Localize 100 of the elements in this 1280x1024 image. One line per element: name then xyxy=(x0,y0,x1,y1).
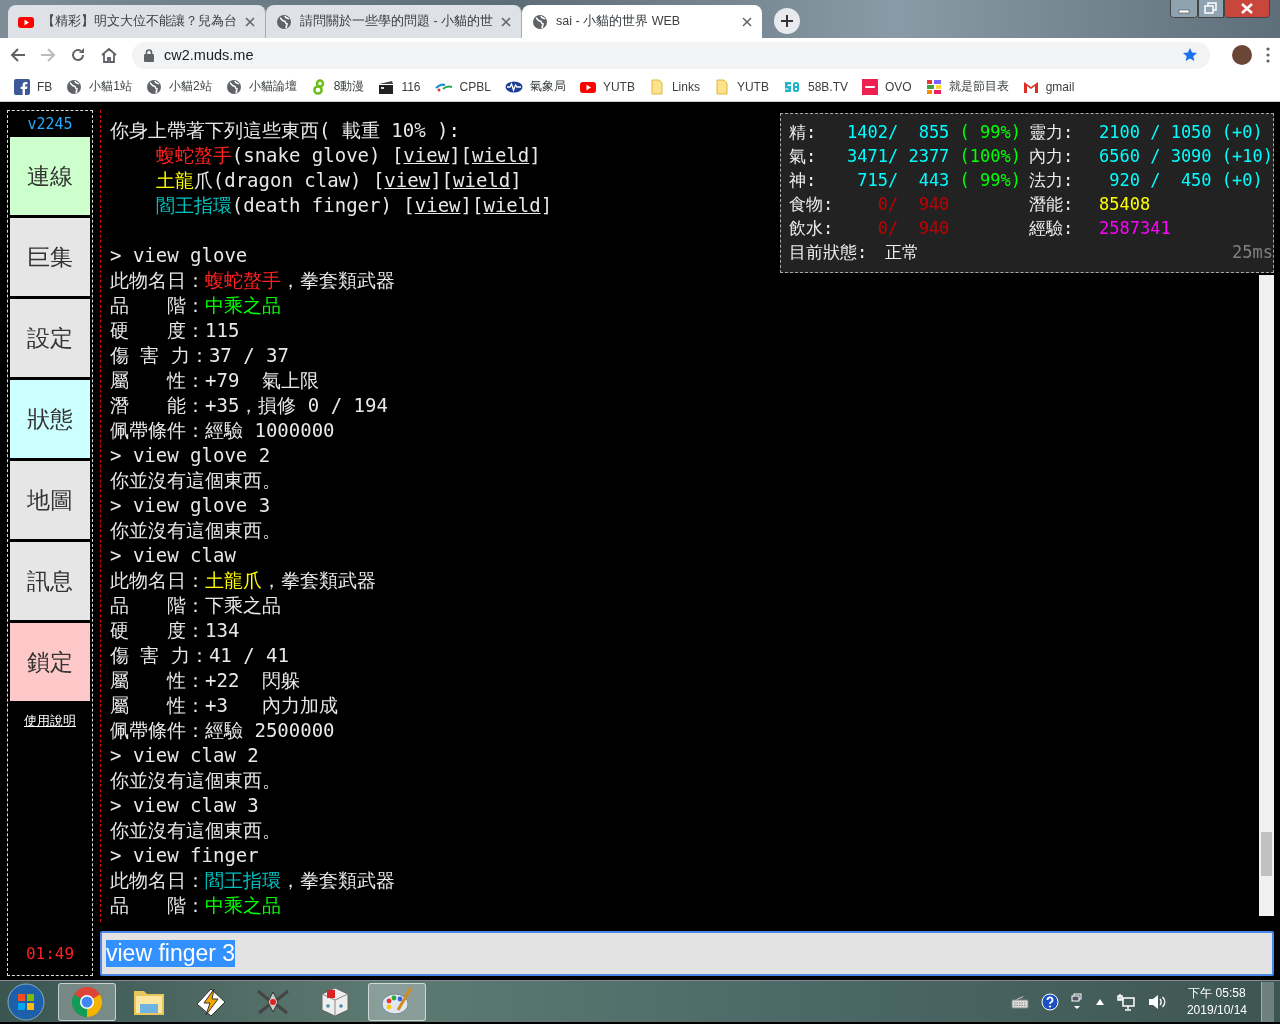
restore-icon[interactable] xyxy=(1198,0,1224,18)
terminal-line: > view claw xyxy=(110,543,236,568)
terminal-line: 你並沒有這個東西。 xyxy=(110,518,281,543)
dice-icon xyxy=(320,985,350,1018)
stat-value: 1402/ 855 ( 99%) xyxy=(847,122,1021,142)
address-bar[interactable]: cw2.muds.me xyxy=(132,41,1210,69)
start-orb-icon[interactable] xyxy=(6,981,46,1022)
home-icon[interactable] xyxy=(100,47,118,63)
facebook-icon xyxy=(14,78,30,95)
terminal-line: 土龍爪(dragon claw) [view][wield] xyxy=(154,168,522,193)
bookmark[interactable]: FB xyxy=(14,78,53,95)
command-link[interactable]: view xyxy=(403,144,450,166)
command-link[interactable]: view xyxy=(414,194,461,216)
browser-tab[interactable]: sai - 小貓的世界 WEB xyxy=(522,5,763,38)
terminal-line: 品 階：下乘之品 xyxy=(110,593,281,618)
stat-label: 潛能: xyxy=(1029,192,1075,216)
terminal-line: > view claw 3 xyxy=(110,793,259,818)
stat-label: 經驗: xyxy=(1029,216,1075,240)
show-desktop-button[interactable] xyxy=(1261,981,1274,1022)
bookmark[interactable]: OVO xyxy=(862,78,912,95)
help-icon[interactable] xyxy=(1040,992,1059,1011)
sidebar-button[interactable]: 設定 xyxy=(10,299,90,377)
globe-icon xyxy=(146,78,163,95)
terminal-line: 此物名日：土龍爪，拳套類武器 xyxy=(110,568,376,593)
clock-time: 下午 05:58 xyxy=(1188,984,1246,1002)
keyboard-icon[interactable] xyxy=(1010,994,1029,1009)
stat-value: 85408 xyxy=(1099,194,1151,214)
globe-icon xyxy=(276,13,292,30)
sidebar-button[interactable]: 鎖定 xyxy=(10,623,90,701)
bookmark[interactable]: CPBL xyxy=(434,78,491,95)
close-icon[interactable] xyxy=(245,16,255,27)
globe-icon xyxy=(225,78,242,95)
terminal-line: 潛 能：+35，損修 0 / 194 xyxy=(110,393,388,418)
scrollbar[interactable] xyxy=(1259,275,1274,916)
network-icon[interactable] xyxy=(1116,992,1135,1011)
reload-icon[interactable] xyxy=(70,47,86,63)
browser-tab[interactable]: 【精彩】明文大位不能讓？兒為台 xyxy=(8,5,266,38)
bookmark[interactable]: gmail xyxy=(1022,78,1075,95)
bookmark[interactable]: 8動漫 xyxy=(310,78,365,95)
stat-value: 2587341 xyxy=(1099,218,1171,238)
new-tab-icon[interactable] xyxy=(774,8,801,34)
sidebar-button[interactable]: 連線 xyxy=(10,137,90,215)
bookmark[interactable]: 氣象局 xyxy=(504,78,566,95)
bookmark[interactable]: Links xyxy=(648,78,700,95)
sidebar-button[interactable]: 訊息 xyxy=(10,542,90,620)
taskbar-button[interactable] xyxy=(58,982,116,1021)
command-link[interactable]: view xyxy=(384,169,431,191)
star-icon[interactable] xyxy=(1182,47,1198,63)
bookmark[interactable]: 就是節目表 xyxy=(925,78,1009,95)
bookmark[interactable]: 小貓2站 xyxy=(146,78,212,95)
terminal-line: 品 階：中乘之品 xyxy=(110,893,281,918)
help-link[interactable]: 使用說明 xyxy=(24,712,76,730)
close-icon[interactable] xyxy=(501,16,512,27)
close-icon[interactable] xyxy=(1224,0,1270,18)
stat-value: 715/ 443 ( 99%) xyxy=(856,170,1021,190)
terminal-line: 你並沒有這個東西。 xyxy=(110,768,281,793)
timer: 01:49 xyxy=(25,944,75,963)
profile-avatar[interactable] xyxy=(1232,45,1252,65)
command-link[interactable]: wield xyxy=(483,194,541,216)
clock-date: 2019/10/14 xyxy=(1186,1001,1247,1019)
status-label: 目前狀態: xyxy=(789,240,868,264)
sidebar-button[interactable]: 狀態 xyxy=(10,380,90,458)
color-grid-icon xyxy=(925,78,942,95)
command-link[interactable]: wield xyxy=(453,169,511,191)
sidebar-button[interactable]: 巨集 xyxy=(10,218,90,296)
terminal-line: 佩帶條件：經驗 2500000 xyxy=(110,718,335,743)
stat-value: 920 / 450 (+0) xyxy=(1108,170,1263,190)
terminal-line: 傷 害 力：37 / 37 xyxy=(110,343,289,368)
terminal-line: 傷 害 力：41 / 41 xyxy=(110,643,289,668)
close-icon[interactable] xyxy=(742,16,753,27)
bookmark[interactable]: YUTB xyxy=(579,78,635,95)
speaker-icon[interactable] xyxy=(1146,992,1167,1011)
bookmark[interactable]: 116 xyxy=(378,78,421,95)
stat-label: 飲水: xyxy=(789,216,835,240)
terminal-line: > view finger xyxy=(110,843,259,868)
stat-label: 精: xyxy=(789,120,818,144)
stat-value: 3471/ 2377 (100%) xyxy=(847,146,1021,166)
minimize-icon[interactable] xyxy=(1170,0,1198,18)
bookmark[interactable]: 小貓1站 xyxy=(66,78,133,95)
bookmark[interactable]: YUTB xyxy=(713,78,769,95)
clapperboard-icon xyxy=(378,78,395,95)
show-hidden-icons-arrow-icon[interactable] xyxy=(1094,997,1105,1006)
menu-icon[interactable] xyxy=(1266,47,1270,63)
terminal-line: 此物名日：閻王指環，拳套類武器 xyxy=(110,868,395,893)
figure-eight-icon xyxy=(310,78,327,95)
globe-icon xyxy=(66,78,83,95)
sidebar-button[interactable]: 地圖 xyxy=(10,461,90,539)
browser-tab[interactable]: 請問關於一些學的問題 - 小貓的世 xyxy=(266,5,523,38)
terminal-line: > view glove xyxy=(110,243,248,268)
back-icon[interactable] xyxy=(10,47,26,63)
folder-icon xyxy=(713,78,730,95)
terminal-line: 屬 性：+3 內力加成 xyxy=(110,693,339,718)
bookmark[interactable]: 58B.TV xyxy=(782,78,848,95)
terminal-line: 佩帶條件：經驗 1000000 xyxy=(110,418,335,443)
window-switch-icon[interactable] xyxy=(1070,992,1083,1011)
chrome-icon xyxy=(71,985,103,1018)
bookmark[interactable]: 小貓論壇 xyxy=(225,78,297,95)
stat-label: 法力: xyxy=(1029,168,1075,192)
command-link[interactable]: wield xyxy=(472,144,530,166)
terminal-line: 此物名日：蝮蛇螯手，拳套類武器 xyxy=(110,268,395,293)
